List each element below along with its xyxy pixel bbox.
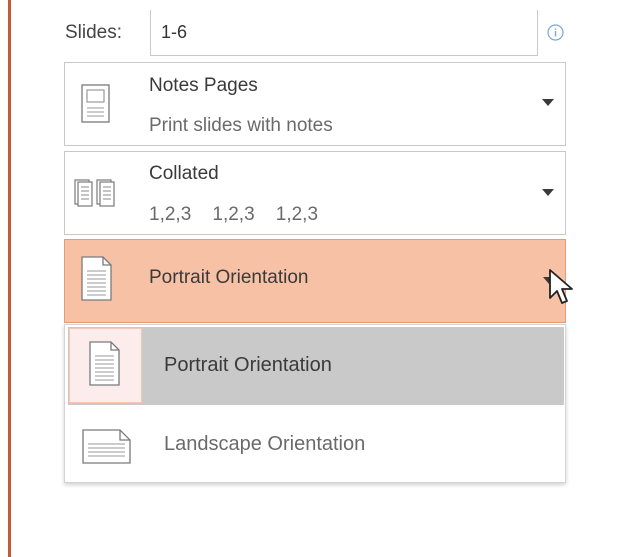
portrait-page-icon bbox=[89, 341, 120, 386]
portrait-page-icon bbox=[81, 256, 112, 301]
menu-item-landscape[interactable]: Landscape Orientation bbox=[68, 406, 564, 484]
layout-title: Notes Pages bbox=[149, 75, 258, 96]
collation-dropdown[interactable]: Collated 1,2,3 1,2,3 1,2,3 bbox=[64, 151, 566, 235]
menu-item-portrait[interactable]: Portrait Orientation bbox=[68, 327, 564, 405]
print-layout-dropdown[interactable]: Notes Pages Print slides with notes bbox=[64, 62, 566, 146]
collation-title: Collated bbox=[149, 163, 219, 184]
chevron-down-icon bbox=[542, 99, 554, 106]
mouse-cursor-icon bbox=[549, 269, 573, 304]
slides-label: Slides: bbox=[65, 22, 123, 43]
collation-subtitle: 1,2,3 1,2,3 1,2,3 bbox=[149, 204, 319, 225]
info-icon[interactable] bbox=[547, 24, 564, 41]
chevron-down-icon bbox=[542, 189, 554, 196]
slides-input[interactable]: 1-6 bbox=[150, 10, 538, 56]
orientation-dropdown[interactable]: Portrait Orientation bbox=[64, 239, 566, 323]
collated-pages-icon bbox=[74, 179, 115, 207]
orientation-title: Portrait Orientation bbox=[149, 267, 309, 288]
orientation-menu: Portrait Orientation Landscape Orientati… bbox=[64, 324, 566, 483]
left-accent-bar bbox=[0, 0, 12, 557]
menu-item-label: Portrait Orientation bbox=[164, 354, 332, 376]
notes-page-icon bbox=[81, 84, 110, 123]
layout-subtitle: Print slides with notes bbox=[149, 115, 333, 136]
menu-item-label: Landscape Orientation bbox=[164, 433, 366, 455]
landscape-page-icon bbox=[82, 429, 131, 464]
